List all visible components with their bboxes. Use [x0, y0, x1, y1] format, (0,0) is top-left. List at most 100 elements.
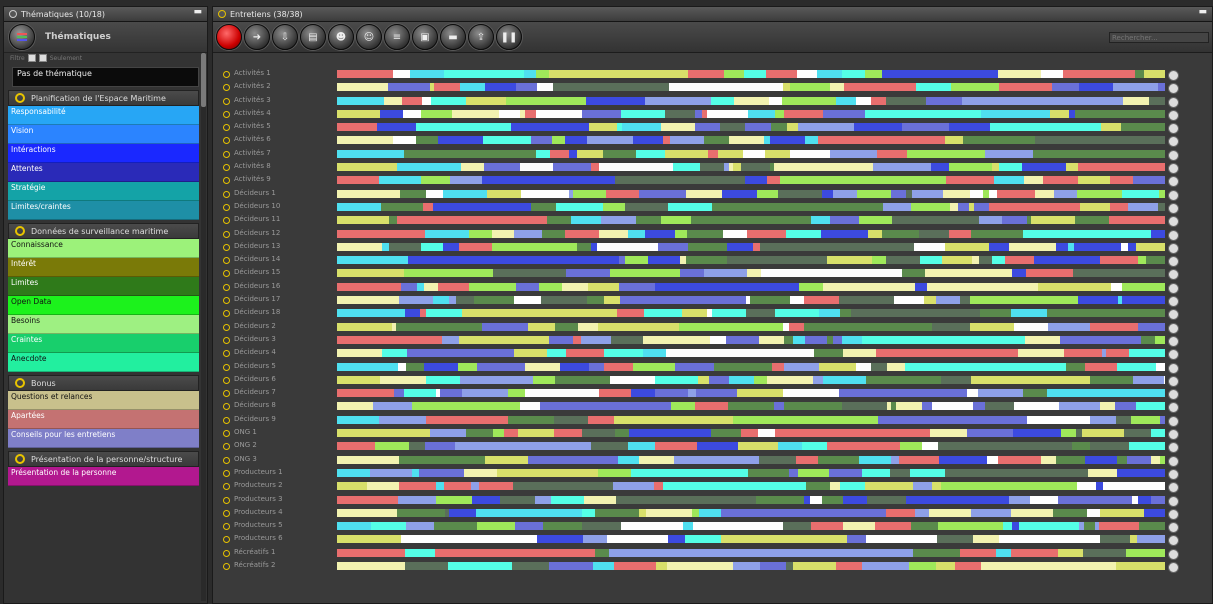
timeline-segment[interactable] — [1129, 349, 1165, 358]
interview-timeline[interactable] — [337, 202, 1165, 211]
interview-timeline[interactable] — [337, 123, 1165, 132]
timeline-segment[interactable] — [695, 123, 720, 132]
timeline-segment[interactable] — [601, 216, 636, 225]
timeline-segment[interactable] — [403, 109, 421, 118]
timeline-segment[interactable] — [462, 309, 617, 318]
timeline-segment[interactable] — [377, 123, 416, 132]
interview-end-button[interactable] — [1168, 495, 1179, 507]
timeline-segment[interactable] — [866, 375, 904, 384]
timeline-segment[interactable] — [967, 389, 978, 398]
interview-row[interactable]: Décideurs 9 — [213, 414, 1212, 427]
group-toggle-icon[interactable] — [15, 93, 25, 103]
timeline-segment[interactable] — [485, 455, 528, 464]
timeline-segment[interactable] — [819, 309, 840, 318]
timeline-segment[interactable] — [472, 495, 500, 504]
timeline-segment[interactable] — [1056, 455, 1085, 464]
timeline-segment[interactable] — [469, 202, 485, 211]
timeline-segment[interactable] — [790, 296, 804, 305]
interview-toggle-icon[interactable] — [223, 177, 230, 185]
timeline-segment[interactable] — [666, 349, 814, 358]
timeline-segment[interactable] — [1085, 362, 1117, 371]
timeline-segment[interactable] — [487, 189, 521, 198]
interview-row[interactable]: Activités 7 — [213, 148, 1212, 161]
timeline-segment[interactable] — [708, 149, 718, 158]
timeline-segment[interactable] — [902, 269, 925, 278]
timeline-segment[interactable] — [796, 455, 818, 464]
timeline-segment[interactable] — [337, 548, 405, 557]
timeline-segment[interactable] — [597, 242, 619, 251]
timeline-segment[interactable] — [842, 335, 862, 344]
timeline-segment[interactable] — [1018, 349, 1064, 358]
timeline-segment[interactable] — [680, 269, 704, 278]
interview-row[interactable]: Décideurs 12 — [213, 228, 1212, 241]
timeline-segment[interactable] — [589, 123, 617, 132]
timeline-segment[interactable] — [547, 349, 566, 358]
interview-timeline[interactable] — [337, 83, 1165, 92]
interview-row[interactable]: Décideurs 4 — [213, 347, 1212, 361]
timeline-segment[interactable] — [784, 335, 793, 344]
timeline-segment[interactable] — [675, 362, 714, 371]
timeline-segment[interactable] — [410, 229, 425, 238]
timeline-segment[interactable] — [996, 96, 1123, 105]
timeline-segment[interactable] — [337, 109, 380, 118]
interview-end-button[interactable] — [1168, 96, 1179, 108]
interview-end-button[interactable] — [1168, 375, 1179, 387]
timeline-segment[interactable] — [783, 522, 811, 531]
timeline-segment[interactable] — [533, 375, 542, 384]
timeline-segment[interactable] — [611, 335, 643, 344]
timeline-segment[interactable] — [1124, 429, 1151, 438]
timeline-segment[interactable] — [671, 402, 695, 411]
timeline-segment[interactable] — [909, 561, 936, 570]
interview-end-button[interactable] — [1168, 335, 1179, 347]
timeline-segment[interactable] — [606, 189, 639, 198]
timeline-segment[interactable] — [407, 349, 450, 358]
interview-timeline[interactable] — [337, 508, 1165, 517]
timeline-segment[interactable] — [433, 202, 469, 211]
interview-end-button[interactable] — [1168, 202, 1179, 214]
interview-timeline[interactable] — [337, 415, 1165, 424]
timeline-segment[interactable] — [1116, 415, 1131, 424]
timeline-segment[interactable] — [375, 442, 409, 451]
timeline-segment[interactable] — [477, 522, 515, 531]
timeline-segment[interactable] — [381, 202, 423, 211]
interview-timeline[interactable] — [337, 216, 1165, 225]
timeline-segment[interactable] — [397, 163, 414, 172]
timeline-segment[interactable] — [1117, 362, 1156, 371]
timeline-segment[interactable] — [444, 482, 471, 491]
timeline-segment[interactable] — [645, 96, 711, 105]
timeline-segment[interactable] — [989, 189, 997, 198]
timeline-segment[interactable] — [929, 508, 971, 517]
timeline-segment[interactable] — [960, 548, 996, 557]
timeline-segment[interactable] — [663, 482, 806, 491]
timeline-segment[interactable] — [367, 482, 399, 491]
scrollbar-track[interactable] — [201, 53, 206, 601]
timeline-segment[interactable] — [459, 242, 492, 251]
timeline-segment[interactable] — [1129, 442, 1165, 451]
timeline-segment[interactable] — [746, 309, 775, 318]
timeline-segment[interactable] — [631, 389, 655, 398]
interview-toggle-icon[interactable] — [223, 297, 230, 305]
timeline-segment[interactable] — [404, 149, 536, 158]
timeline-segment[interactable] — [790, 149, 830, 158]
timeline-segment[interactable] — [469, 282, 516, 291]
timeline-segment[interactable] — [379, 176, 421, 185]
timeline-segment[interactable] — [541, 296, 587, 305]
timeline-segment[interactable] — [1133, 176, 1148, 185]
timeline-segment[interactable] — [844, 83, 916, 92]
timeline-segment[interactable] — [569, 149, 577, 158]
timeline-segment[interactable] — [449, 296, 456, 305]
timeline-segment[interactable] — [741, 495, 756, 504]
timeline-segment[interactable] — [805, 335, 827, 344]
interview-timeline[interactable] — [337, 296, 1165, 305]
timeline-segment[interactable] — [566, 269, 610, 278]
timeline-segment[interactable] — [996, 548, 1011, 557]
timeline-segment[interactable] — [633, 362, 675, 371]
timeline-segment[interactable] — [516, 282, 539, 291]
interview-timeline[interactable] — [337, 149, 1165, 158]
timeline-segment[interactable] — [618, 455, 639, 464]
timeline-segment[interactable] — [629, 429, 711, 438]
timeline-segment[interactable] — [799, 282, 823, 291]
timeline-segment[interactable] — [906, 495, 1009, 504]
timeline-segment[interactable] — [827, 442, 900, 451]
timeline-segment[interactable] — [1160, 415, 1165, 424]
